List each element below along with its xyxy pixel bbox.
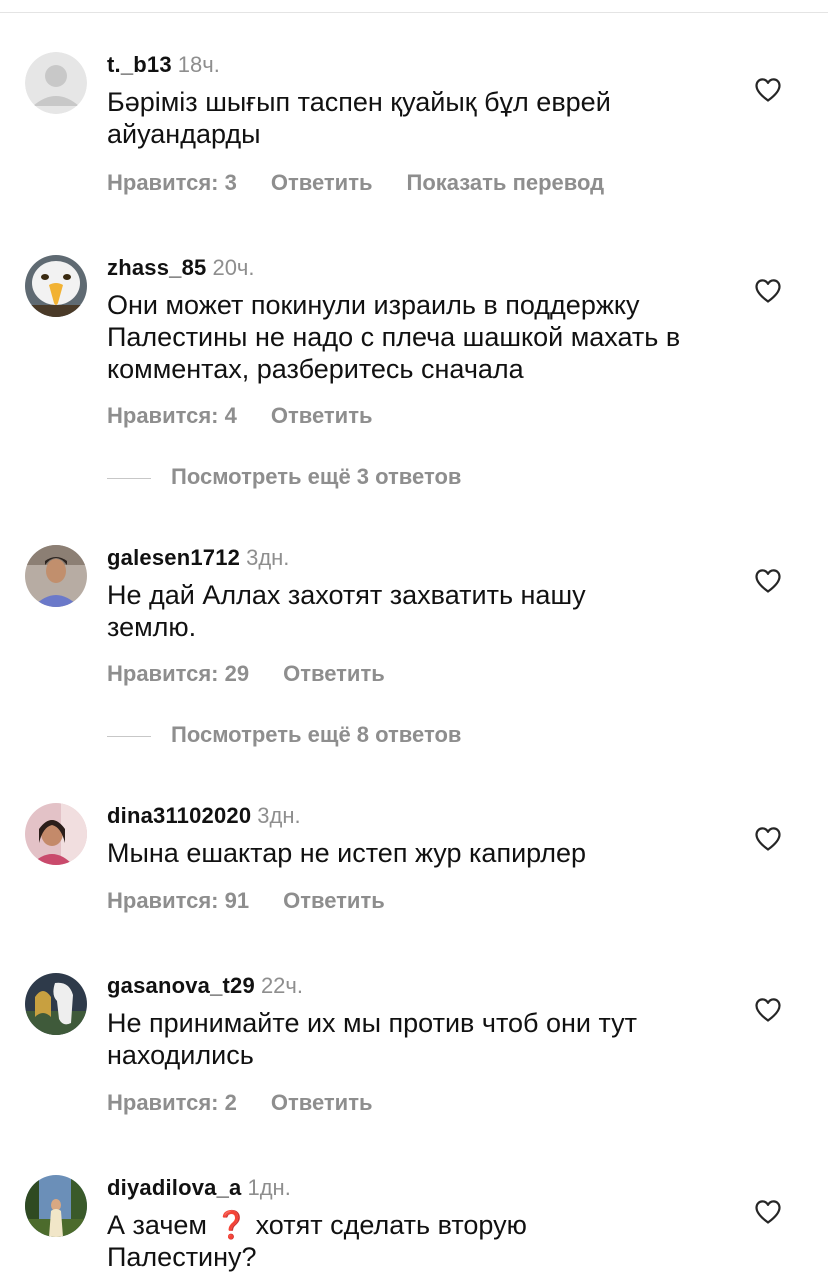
show-translation-button[interactable]: Показать перевод [407,170,605,196]
comment-header: gasanova_t29 22ч. [107,973,303,999]
comment-time: 3дн. [257,803,301,828]
replies-divider [107,477,151,479]
comment-time: 3дн. [246,545,290,570]
comment-header: galesen1712 3дн. [107,545,289,571]
horse-avatar[interactable] [25,973,87,1035]
reply-button[interactable]: Ответить [283,661,385,687]
user-photo-avatar[interactable] [25,803,87,865]
username[interactable]: zhass_85 [107,255,206,280]
reply-button[interactable]: Ответить [271,1090,373,1116]
heart-icon[interactable] [754,997,782,1023]
top-divider [0,12,828,13]
comment-actions: Нравится: 2 Ответить [107,1090,373,1116]
comment-text: А зачем ❓ хотят сделать вторую Палестину… [107,1209,627,1273]
comment-actions: Нравится: 91 Ответить [107,888,385,914]
eagle-avatar[interactable] [25,255,87,317]
comment-header: dina31102020 3дн. [107,803,301,829]
likes-count[interactable]: Нравится: 2 [107,1090,237,1116]
likes-count[interactable]: Нравится: 91 [107,888,249,914]
comment-text: Не дай Аллах захотят захватить нашу земл… [107,580,586,642]
heart-icon[interactable] [754,278,782,304]
username[interactable]: gasanova_t29 [107,973,255,998]
comment-time: 1дн. [247,1175,291,1200]
username[interactable]: galesen1712 [107,545,240,570]
reply-button[interactable]: Ответить [283,888,385,914]
view-replies-label: Посмотреть ещё 3 ответов [171,464,462,489]
comment-text-part: А зачем [107,1210,207,1240]
question-mark-emoji: ❓ [214,1210,249,1240]
view-replies-button[interactable]: Посмотреть ещё 8 ответов [107,722,461,748]
comment-actions: Нравится: 4 Ответить [107,403,373,429]
comment-text: Не принимайте их мы против чтоб они тут … [107,1008,638,1070]
user-photo-avatar[interactable] [25,545,87,607]
username[interactable]: dina31102020 [107,803,251,828]
replies-divider [107,735,151,737]
username[interactable]: diyadilova_a [107,1175,241,1200]
comment-time: 22ч. [260,973,303,998]
comment-header: diyadilova_a 1дн. [107,1175,291,1201]
heart-icon[interactable] [754,1199,782,1225]
comment-actions: Нравится: 29 Ответить [107,661,385,687]
heart-icon[interactable] [754,77,782,103]
view-replies-button[interactable]: Посмотреть ещё 3 ответов [107,464,461,490]
comment-header: zhass_85 20ч. [107,255,255,281]
comment-actions: Нравится: 3 Ответить Показать перевод [107,170,604,196]
outdoor-photo-avatar[interactable] [25,1175,87,1237]
comment-time: 20ч. [212,255,255,280]
likes-count[interactable]: Нравится: 29 [107,661,249,687]
view-replies-label: Посмотреть ещё 8 ответов [171,722,462,747]
reply-button[interactable]: Ответить [271,170,373,196]
comment-text: Мына ешактар не истеп жур капирлер [107,838,587,868]
likes-count[interactable]: Нравится: 3 [107,170,237,196]
comment-time: 18ч. [177,52,220,77]
comment-header: t._b13 18ч. [107,52,220,78]
username[interactable]: t._b13 [107,52,172,77]
comment-text: Они может покинули израиль в поддержку П… [107,290,681,384]
heart-icon[interactable] [754,568,782,594]
comment-text: Бәріміз шығып таспен қуайық бұл еврей ай… [107,87,611,149]
heart-icon[interactable] [754,826,782,852]
likes-count[interactable]: Нравится: 4 [107,403,237,429]
reply-button[interactable]: Ответить [271,403,373,429]
default-avatar[interactable] [25,52,87,114]
